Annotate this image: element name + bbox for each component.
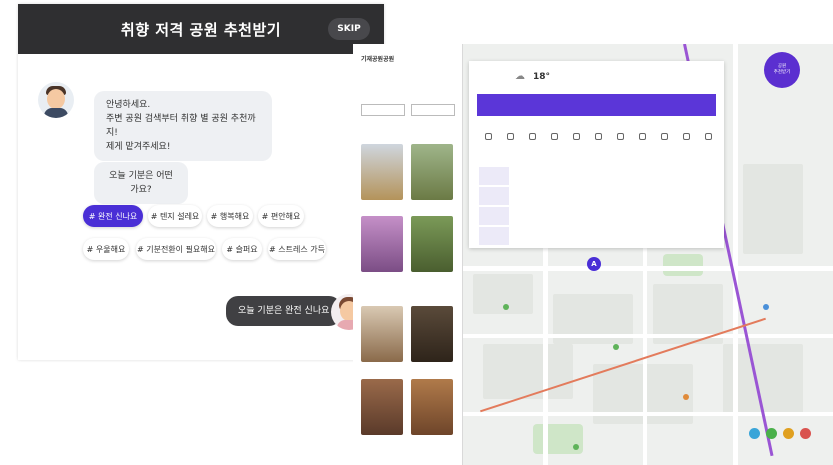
map-sidebar: 기재공원공원 [353,44,463,465]
facility-icon[interactable] [611,133,629,149]
fab-line-2: 추천받기 [773,70,791,75]
legend-dot[interactable] [749,428,760,439]
screenshot-composite: 취향 저격 공원 추천받기 SKIP 안녕하세요. 주변 공원 검색부터 취향 … [0,0,833,465]
map-screen[interactable]: 기재공원공원 ☁ 18° A 공원 추천받기 [353,44,833,465]
park-photo-field[interactable] [361,144,403,200]
mood-chip-happy[interactable]: # 행복해요 [207,205,253,227]
greeting-line-3: 제게 맡겨주세요! [106,142,171,152]
sidebar-button-left[interactable] [361,104,405,116]
greeting-line-2: 주변 공원 검색부터 취향 별 공원 추천까지! [106,114,256,138]
chat-title: 취향 저격 공원 추천받기 [120,20,282,39]
mood-chip-sad[interactable]: # 슬퍼요 [222,238,262,260]
activity-row-label [479,227,509,245]
bot-greeting-bubble: 안녕하세요. 주변 공원 검색부터 취향 별 공원 추천까지! 제게 맡겨주세요… [94,91,272,161]
skip-button[interactable]: SKIP [328,18,370,40]
facility-icon[interactable] [567,133,585,149]
weather-row: ☁ 18° [515,71,550,82]
legend-dot[interactable] [766,428,777,439]
facility-icon[interactable] [545,133,563,149]
map-marker-a[interactable]: A [587,257,601,271]
fab-line-1: 공원 [777,64,787,69]
legend-dot[interactable] [800,428,811,439]
chat-panel: 취향 저격 공원 추천받기 SKIP 안녕하세요. 주변 공원 검색부터 취향 … [18,4,384,360]
mood-chip-excited[interactable]: # 완전 신나요 [83,205,143,227]
mood-chip-flutter[interactable]: # 텐지 설레요 [148,205,202,227]
facility-icon[interactable] [523,133,541,149]
mood-chip-stressed[interactable]: # 스트레스 가득 [268,238,326,260]
food-photo-3[interactable] [361,379,403,435]
facility-icon[interactable] [633,133,651,149]
park-info-panel: ☁ 18° [469,61,724,248]
park-photo-flowers[interactable] [361,216,403,272]
facility-icon[interactable] [589,133,607,149]
facility-icon[interactable] [501,133,519,149]
sun-cloud-icon: ☁ [515,71,525,82]
mood-chip-refresh[interactable]: # 기분전환이 필요해요 [136,238,216,260]
activity-row-label [479,167,509,185]
user-reply-bubble: 오늘 기분은 완전 신나요 [226,296,342,326]
greeting-line-1: 안녕하세요. [106,100,151,110]
recommendation-banner [477,94,716,116]
activity-row-label [479,207,509,225]
facility-icon[interactable] [699,133,717,149]
park-photo-trees[interactable] [411,216,453,272]
bot-avatar [38,82,74,118]
food-photo-1[interactable] [361,306,403,362]
activity-row-label [479,187,509,205]
facility-icon[interactable] [655,133,673,149]
mood-chip-gloomy[interactable]: # 우울해요 [83,238,129,260]
temperature: 18° [533,71,551,82]
facility-icon[interactable] [677,133,695,149]
sidebar-title: 기재공원공원 [361,56,395,63]
mood-chip-calm[interactable]: # 편안해요 [258,205,304,227]
bot-question-bubble: 오늘 기분은 어떤 가요? [94,162,188,204]
park-photo-path[interactable] [411,144,453,200]
food-photo-4[interactable] [411,379,453,435]
park-recommend-fab[interactable]: 공원 추천받기 [764,52,800,88]
legend-dot[interactable] [783,428,794,439]
chat-header: 취향 저격 공원 추천받기 SKIP [18,4,384,54]
food-photo-2[interactable] [411,306,453,362]
map-legend [749,428,811,439]
facility-icon[interactable] [479,133,497,149]
sidebar-button-right[interactable] [411,104,455,116]
